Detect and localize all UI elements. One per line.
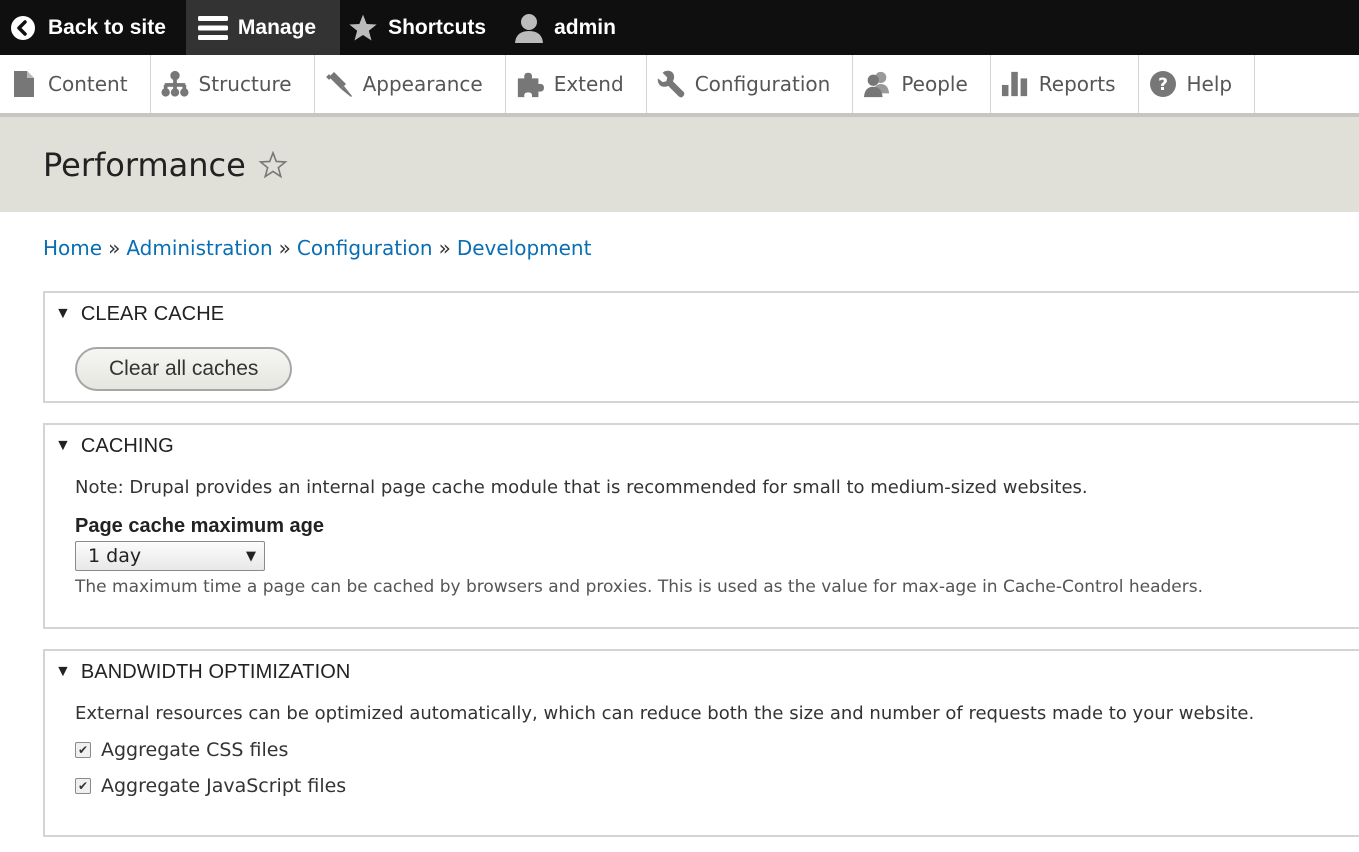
aggregate-js-checkbox[interactable]: ✔ (75, 778, 91, 794)
bandwidth-optimization-summary[interactable]: ▼ BANDWIDTH OPTIMIZATION (45, 651, 1359, 691)
aggregate-js-label: Aggregate JavaScript files (101, 775, 347, 797)
page-header: Performance (0, 117, 1359, 212)
tray-item-extend[interactable]: Extend (506, 55, 647, 113)
puzzle-icon (516, 70, 544, 98)
tray-item-label: Help (1186, 72, 1233, 96)
wrench-icon (657, 70, 685, 98)
page-cache-max-age-description: The maximum time a page can be cached by… (75, 577, 1203, 597)
tray-item-reports[interactable]: Reports (991, 55, 1139, 113)
page-cache-max-age-select[interactable]: 1 day ▼ (75, 541, 265, 571)
bandwidth-optimization-section: ▼ BANDWIDTH OPTIMIZATION External resour… (43, 649, 1359, 837)
manage-tab[interactable]: Manage (185, 0, 341, 55)
dropdown-arrow-icon: ▼ (246, 548, 256, 564)
shortcuts-tab[interactable]: Shortcuts (340, 0, 506, 55)
admin-menu-tray: Content Structure Appearance Extend Conf… (0, 55, 1359, 117)
tray-item-content[interactable]: Content (0, 55, 151, 113)
user-tab[interactable]: admin (506, 0, 636, 55)
tray-item-label: Configuration (694, 72, 831, 96)
caching-section: ▼ CACHING Note: Drupal provides an inter… (43, 423, 1359, 629)
clear-all-caches-button[interactable]: Clear all caches (75, 347, 293, 391)
breadcrumb-home-link[interactable]: Home (43, 236, 102, 260)
hamburger-icon (197, 13, 228, 43)
tray-item-label: People (901, 72, 968, 96)
caching-note: Note: Drupal provides an internal page c… (75, 477, 1088, 498)
user-icon (514, 13, 544, 43)
help-icon: ? (1149, 70, 1177, 98)
tray-item-people[interactable]: People (853, 55, 991, 113)
star-icon (348, 13, 378, 43)
clear-cache-title: CLEAR CACHE (80, 302, 225, 325)
collapse-triangle-icon: ▼ (55, 663, 71, 680)
bandwidth-description: External resources can be optimized auto… (75, 703, 1255, 724)
tray-item-appearance[interactable]: Appearance (315, 55, 506, 113)
tray-item-configuration[interactable]: Configuration (647, 55, 854, 113)
collapse-triangle-icon: ▼ (55, 305, 71, 322)
breadcrumb-administration-link[interactable]: Administration (126, 236, 272, 260)
manage-label: Manage (237, 15, 317, 39)
tray-item-label: Content (48, 72, 128, 96)
paintbrush-icon (325, 70, 353, 98)
caching-title: CACHING (80, 434, 174, 457)
breadcrumb-configuration-link[interactable]: Configuration (297, 236, 433, 260)
tray-item-label: Appearance (362, 72, 483, 96)
bandwidth-optimization-title: BANDWIDTH OPTIMIZATION (80, 660, 351, 683)
shortcuts-label: Shortcuts (388, 15, 487, 39)
collapse-triangle-icon: ▼ (55, 437, 71, 454)
aggregate-css-row[interactable]: ✔ Aggregate CSS files (75, 739, 1359, 761)
breadcrumb-separator: » (108, 236, 121, 260)
admin-toolbar: Back to site Manage Shortcuts admin (0, 0, 1359, 55)
tray-item-structure[interactable]: Structure (151, 55, 315, 113)
bar-chart-icon (1001, 70, 1029, 98)
breadcrumb: Home» Administration» Configuration» Develo… (0, 212, 1359, 276)
caching-summary[interactable]: ▼ CACHING (45, 425, 1359, 465)
user-label: admin (554, 15, 616, 39)
tray-item-label: Reports (1038, 72, 1116, 96)
breadcrumb-separator: » (278, 236, 291, 260)
clear-cache-section: ▼ CLEAR CACHE Clear all caches (43, 291, 1359, 403)
sitemap-icon (161, 70, 189, 98)
aggregate-css-label: Aggregate CSS files (101, 739, 289, 761)
tray-item-label: Structure (198, 72, 292, 96)
svg-text:?: ? (1158, 75, 1168, 95)
page-title: Performance (43, 145, 246, 184)
people-icon (863, 70, 891, 98)
clear-cache-summary[interactable]: ▼ CLEAR CACHE (45, 293, 1359, 333)
back-arrow-icon (8, 13, 38, 43)
aggregate-css-checkbox[interactable]: ✔ (75, 742, 91, 758)
page-cache-max-age-label: Page cache maximum age (75, 515, 325, 537)
tray-item-label: Extend (553, 72, 624, 96)
back-to-site-link[interactable]: Back to site (0, 0, 186, 55)
tray-item-help[interactable]: ? Help (1139, 55, 1256, 113)
file-icon (10, 70, 38, 98)
aggregate-js-row[interactable]: ✔ Aggregate JavaScript files (75, 775, 1359, 797)
breadcrumb-separator: » (438, 236, 451, 260)
page-cache-max-age-value: 1 day (88, 545, 142, 567)
add-shortcut-star-icon[interactable] (258, 150, 288, 179)
back-to-site-label: Back to site (48, 15, 166, 39)
breadcrumb-development-link[interactable]: Development (457, 236, 592, 260)
